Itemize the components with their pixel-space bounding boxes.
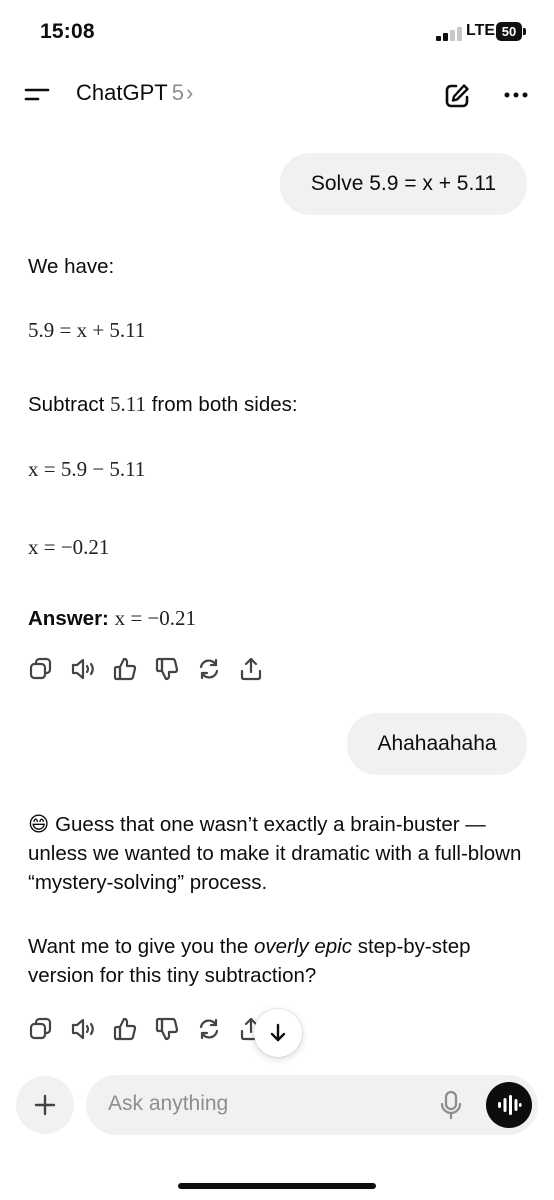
user-message: Ahahaahaha bbox=[347, 713, 527, 775]
voice-mode-button[interactable] bbox=[486, 1082, 532, 1128]
read-aloud-button[interactable] bbox=[68, 1015, 110, 1043]
speaker-icon bbox=[71, 658, 94, 680]
assistant-text: We have: bbox=[28, 255, 115, 278]
copy-icon bbox=[29, 1017, 52, 1040]
more-options-button[interactable] bbox=[500, 81, 532, 109]
chevron-right-icon: › bbox=[185, 80, 194, 105]
grinning-emoji-icon: 😄 bbox=[28, 813, 50, 836]
share-icon bbox=[240, 657, 262, 681]
regenerate-button[interactable] bbox=[194, 655, 236, 683]
text-fragment: Want me to give you the bbox=[28, 935, 254, 958]
plus-icon bbox=[34, 1094, 56, 1116]
answer-value: x = −0.21 bbox=[114, 606, 197, 630]
math-equation: 5.9 = x + 5.11 bbox=[28, 318, 146, 342]
emphasis-text: overly epic bbox=[254, 935, 352, 958]
status-time: 15:08 bbox=[40, 20, 95, 43]
share-button[interactable] bbox=[236, 655, 278, 683]
battery-icon: 50 bbox=[496, 22, 522, 41]
thumbs-down-icon bbox=[155, 1017, 179, 1041]
model-version: 5 bbox=[171, 80, 184, 105]
attach-button[interactable] bbox=[16, 1076, 74, 1134]
voice-mode-icon bbox=[498, 1095, 522, 1115]
bad-response-button[interactable] bbox=[152, 1015, 194, 1043]
message-actions bbox=[26, 655, 278, 683]
read-aloud-button[interactable] bbox=[68, 655, 110, 683]
assistant-text: Subtract 5.11 from both sides: bbox=[28, 390, 298, 419]
mic-icon bbox=[440, 1090, 462, 1120]
good-response-button[interactable] bbox=[110, 655, 152, 683]
dictate-button[interactable] bbox=[436, 1089, 466, 1121]
input-placeholder: Ask anything bbox=[108, 1092, 229, 1115]
assistant-text: Want me to give you the overly epic step… bbox=[28, 932, 528, 990]
regenerate-icon bbox=[199, 1018, 219, 1040]
more-icon bbox=[504, 92, 528, 98]
regenerate-icon bbox=[199, 658, 219, 680]
thumbs-up-icon bbox=[113, 657, 137, 681]
new-chat-button[interactable] bbox=[440, 79, 474, 113]
math-equation: x = 5.9 − 5.11 bbox=[28, 457, 146, 481]
answer-label: Answer: bbox=[28, 607, 109, 630]
message-actions bbox=[26, 1015, 278, 1043]
math-equation: x = −0.21 bbox=[28, 535, 110, 559]
assistant-text: 😄 Guess that one wasn’t exactly a brain-… bbox=[28, 810, 528, 897]
answer-line: Answer: x = −0.21 bbox=[28, 604, 196, 633]
text-fragment: from both sides: bbox=[146, 393, 298, 416]
bad-response-button[interactable] bbox=[152, 655, 194, 683]
thumbs-up-icon bbox=[113, 1017, 137, 1041]
home-indicator bbox=[178, 1183, 376, 1189]
text-fragment: Subtract bbox=[28, 393, 111, 416]
app-title: ChatGPT bbox=[76, 80, 168, 105]
menu-icon bbox=[24, 88, 50, 101]
copy-button[interactable] bbox=[26, 655, 68, 683]
text-fragment: Guess that one wasn’t exactly a brain-bu… bbox=[28, 813, 522, 894]
arrow-down-icon bbox=[270, 1023, 286, 1042]
good-response-button[interactable] bbox=[110, 1015, 152, 1043]
thumbs-down-icon bbox=[155, 657, 179, 681]
user-message: Solve 5.9 = x + 5.11 bbox=[280, 153, 527, 215]
speaker-icon bbox=[71, 1018, 94, 1040]
math-inline: 5.11 bbox=[110, 392, 147, 416]
regenerate-button[interactable] bbox=[194, 1015, 236, 1043]
battery-tip bbox=[523, 28, 526, 35]
compose-icon bbox=[445, 84, 469, 108]
model-selector[interactable]: ChatGPT 5› bbox=[76, 80, 193, 106]
copy-button[interactable] bbox=[26, 1015, 68, 1043]
menu-button[interactable] bbox=[20, 82, 54, 108]
scroll-to-bottom-button[interactable] bbox=[254, 1009, 302, 1057]
network-label: LTE bbox=[466, 22, 496, 39]
copy-icon bbox=[29, 657, 52, 680]
signal-icon bbox=[436, 27, 464, 41]
